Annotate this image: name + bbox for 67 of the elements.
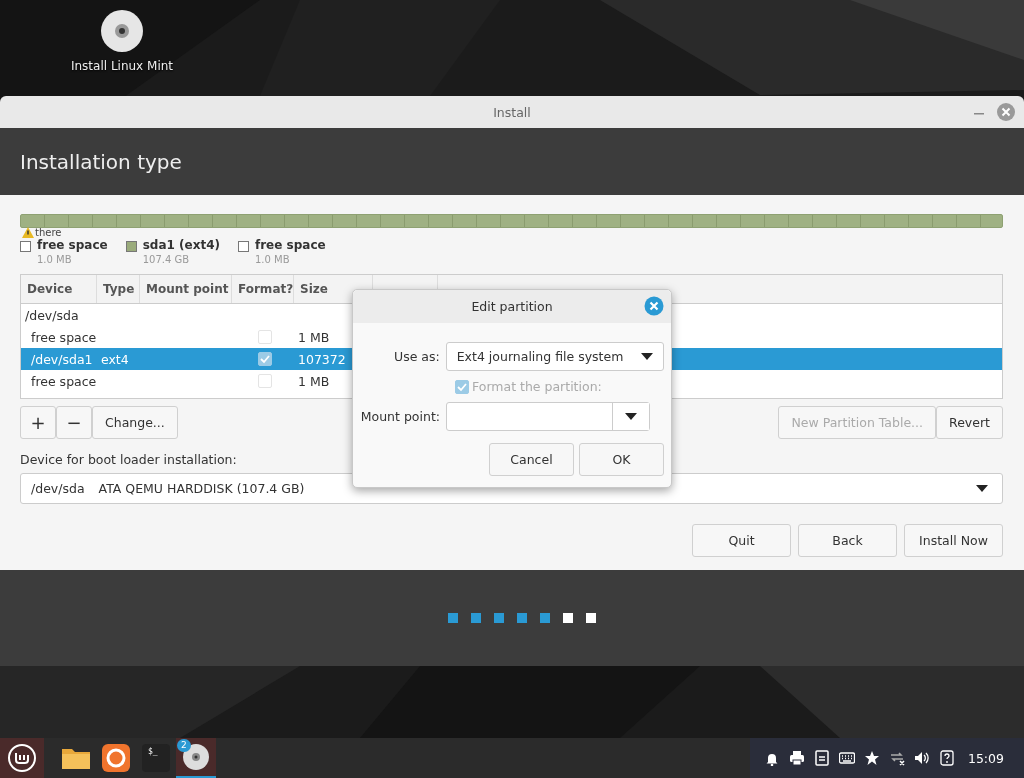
close-icon <box>644 296 664 316</box>
column-header[interactable]: Format? <box>232 275 294 303</box>
column-header[interactable]: Type <box>97 275 140 303</box>
change-button[interactable]: Change... <box>92 406 178 439</box>
terminal-prompt: $_ <box>148 747 158 756</box>
legend-size: 1.0 MB <box>37 254 73 265</box>
field-label: Use as: <box>393 349 440 364</box>
dropdown-arrow-icon <box>976 485 988 492</box>
table-cell[interactable]: free space <box>21 373 97 389</box>
legend-label: free space <box>37 238 108 252</box>
checkbox[interactable] <box>258 374 272 388</box>
badge: 2 <box>177 739 191 752</box>
field-label: Device for boot loader installation: <box>20 452 237 467</box>
dialog-title: Edit partition <box>471 299 553 314</box>
network-icon[interactable] <box>888 750 905 766</box>
desktop-icon-label[interactable]: Install Linux Mint <box>70 59 174 73</box>
remove-button[interactable]: − <box>56 406 92 439</box>
button[interactable]: Install Now <box>904 524 1003 557</box>
checkbox[interactable] <box>258 352 272 366</box>
use-as-dropdown[interactable]: Ext4 journaling file system <box>445 342 664 371</box>
dropdown-description: ATA QEMU HARDDISK (107.4 GB) <box>98 481 305 496</box>
window-title: Install <box>493 104 531 120</box>
keyboard-icon[interactable] <box>838 750 855 766</box>
dropdown-value: Ext4 journaling file system <box>456 349 624 364</box>
legend-label: sda1 (ext4) <box>142 238 220 252</box>
star-icon[interactable] <box>863 750 880 766</box>
button[interactable]: Back <box>798 524 897 557</box>
mount-point-field[interactable] <box>446 402 650 431</box>
dropdown-arrow-icon <box>625 413 637 420</box>
column-header[interactable]: Mount point <box>140 275 232 303</box>
minimize-icon <box>974 113 984 115</box>
button[interactable]: Cancel <box>489 443 574 476</box>
table-cell-text: 1 MB <box>297 329 331 345</box>
checkbox[interactable] <box>258 330 272 344</box>
dropdown-value: /dev/sda <box>31 481 85 496</box>
legend-size: 107.4 GB <box>142 254 191 265</box>
legend-label: free space <box>255 238 326 252</box>
page-title: Installation type <box>20 149 182 174</box>
checkbox-label: Format the partition: <box>472 379 602 394</box>
help-icon[interactable] <box>938 750 955 766</box>
table-cell-text: /dev/sda <box>24 307 80 323</box>
add-button[interactable]: + <box>20 406 56 439</box>
taskbar-app[interactable]: $_ <box>136 738 176 778</box>
field-label: Mount point: <box>360 409 440 424</box>
table-cell[interactable]: free space <box>21 329 97 345</box>
dropdown-button[interactable] <box>612 403 649 430</box>
button[interactable]: Quit <box>692 524 791 557</box>
table-cell-text: ext4 <box>100 351 130 367</box>
document-icon[interactable] <box>813 750 830 766</box>
button[interactable]: Revert <box>936 406 1003 439</box>
disc-icon <box>100 9 144 53</box>
browser-icon <box>101 743 131 773</box>
legend-size: 1.0 MB <box>255 254 291 265</box>
button[interactable]: OK <box>579 443 664 476</box>
disc-icon <box>181 742 211 772</box>
table-cell-text: 1 MB <box>297 373 331 389</box>
printer-icon[interactable] <box>788 750 805 766</box>
warning-icon <box>22 227 34 238</box>
volume-icon[interactable] <box>913 750 930 766</box>
taskbar-app[interactable] <box>0 738 44 778</box>
tooltip-text: there <box>35 227 62 238</box>
table-cell-text: 107372 <box>297 351 347 367</box>
column-header[interactable]: Device <box>21 275 97 303</box>
clock[interactable]: 15:09 <box>967 750 1004 766</box>
menu-icon <box>7 743 37 773</box>
dropdown-arrow-icon <box>641 353 653 360</box>
close-icon <box>996 102 1016 122</box>
